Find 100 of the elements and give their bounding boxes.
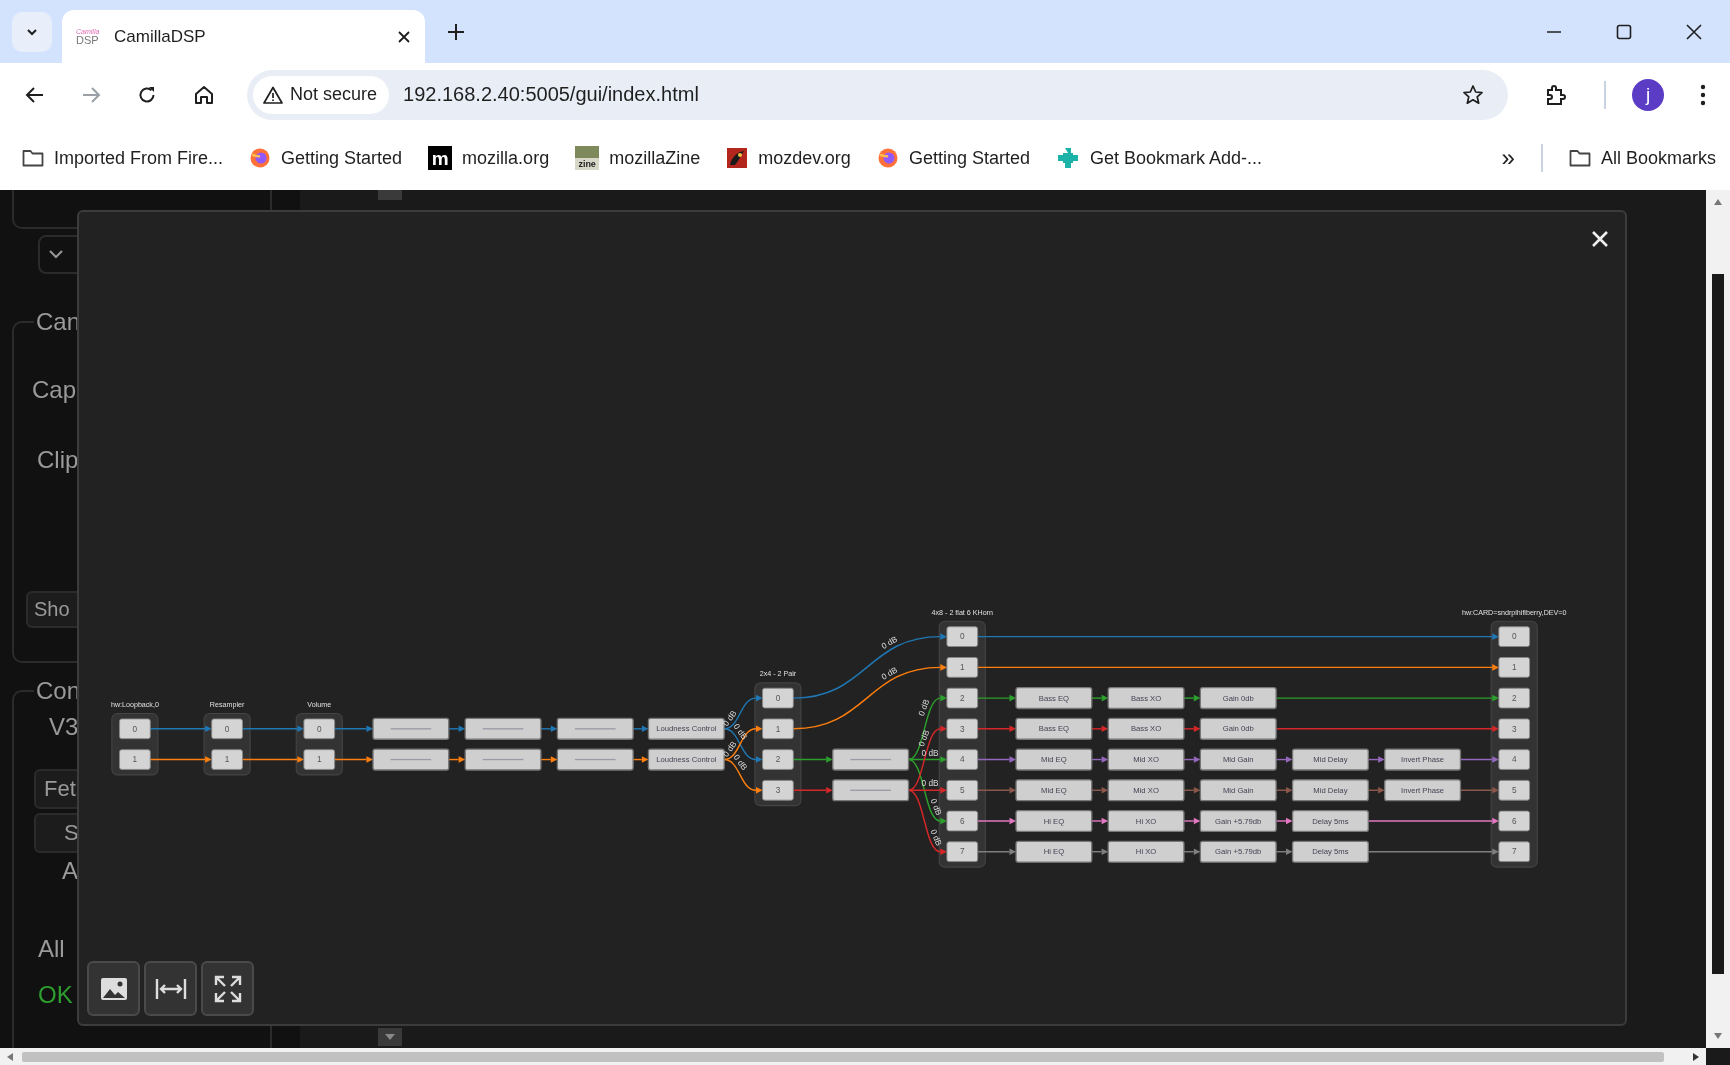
filter-node[interactable] bbox=[372, 717, 450, 740]
scrollbar[interactable] bbox=[1706, 190, 1730, 1048]
status-text: OK bbox=[38, 980, 73, 1009]
filter-node[interactable]: Invert Phase bbox=[1384, 779, 1462, 802]
filter-node[interactable]: Delay 5ms bbox=[1291, 809, 1369, 833]
close-icon[interactable] bbox=[1686, 23, 1702, 40]
scroll-down-button[interactable] bbox=[378, 1028, 402, 1046]
filter-node[interactable] bbox=[832, 748, 910, 771]
filter-node[interactable]: Mid XO bbox=[1107, 748, 1185, 771]
label-text: All bbox=[38, 934, 65, 963]
bookmark-item[interactable]: mozdev.org bbox=[726, 147, 851, 169]
fit-width-button[interactable] bbox=[144, 961, 197, 1016]
signal-arrow bbox=[1275, 817, 1293, 825]
site-logo: m bbox=[428, 146, 453, 170]
bookmark-item[interactable]: Get Bookmark Add-... bbox=[1055, 146, 1263, 170]
filter-node[interactable]: Mid Delay bbox=[1291, 748, 1369, 771]
filter-node[interactable] bbox=[464, 717, 542, 740]
close-icon[interactable] bbox=[397, 29, 411, 44]
filter-node[interactable]: Invert Phase bbox=[1384, 748, 1462, 771]
maximize-icon[interactable] bbox=[1616, 23, 1632, 40]
filter-node[interactable] bbox=[556, 748, 634, 771]
signal-arrow bbox=[976, 848, 1017, 855]
signal-arrow bbox=[1459, 756, 1499, 763]
security-chip[interactable]: Not secure bbox=[253, 75, 390, 114]
reload-icon[interactable] bbox=[137, 84, 157, 105]
filter-node[interactable]: Gain 0db bbox=[1199, 687, 1277, 710]
back-icon[interactable] bbox=[25, 84, 45, 105]
filter-node[interactable]: Loudness Control bbox=[647, 717, 725, 740]
signal-arrow bbox=[1091, 725, 1109, 733]
bookmark-item[interactable]: Getting Started bbox=[249, 147, 403, 169]
globe-logo-icon bbox=[249, 147, 272, 169]
bookmark-item[interactable]: All Bookmarks bbox=[1568, 147, 1716, 169]
filter-node[interactable]: Bass EQ bbox=[1015, 717, 1093, 740]
signal-arrow bbox=[1183, 725, 1201, 733]
bookmark-item[interactable]: zine mozillaZine bbox=[575, 146, 701, 170]
triangle-right-icon[interactable] bbox=[1692, 1051, 1700, 1062]
label-text: A bbox=[62, 856, 78, 885]
filter-node[interactable] bbox=[464, 748, 542, 771]
scrollbar-thumb[interactable] bbox=[22, 1051, 1664, 1062]
tab-title: CamillaDSP bbox=[114, 26, 207, 47]
site-logo-icon bbox=[726, 147, 749, 169]
filter-node[interactable]: Hi XO bbox=[1107, 809, 1185, 833]
fullscreen-button[interactable] bbox=[201, 961, 254, 1016]
bookmark-item[interactable]: m mozilla.org bbox=[428, 146, 550, 170]
filter-node[interactable] bbox=[372, 748, 450, 771]
filter-node[interactable]: Hi XO bbox=[1107, 840, 1185, 863]
filter-node[interactable]: Mid EQ bbox=[1015, 748, 1093, 771]
signal-arrow bbox=[976, 787, 1017, 794]
more-bookmarks-button[interactable]: » bbox=[1501, 144, 1515, 172]
filter-node[interactable]: Mid EQ bbox=[1015, 779, 1093, 802]
filter-node[interactable]: Gain +5.79db bbox=[1199, 840, 1277, 863]
triangle-left-icon[interactable] bbox=[6, 1051, 14, 1062]
signal-arrow bbox=[1091, 817, 1109, 825]
filter-node[interactable] bbox=[832, 779, 910, 802]
new-tab-icon[interactable] bbox=[447, 22, 465, 41]
filter-node[interactable]: Delay 5ms bbox=[1291, 840, 1369, 863]
gain-label: 0 dB bbox=[879, 634, 900, 651]
filter-node[interactable]: Gain +5.79db bbox=[1199, 809, 1277, 833]
home-icon[interactable] bbox=[193, 83, 215, 106]
gain-label: 0 dB bbox=[879, 665, 900, 682]
signal-arrow bbox=[1183, 817, 1201, 825]
fullscreen-icon bbox=[213, 974, 242, 1003]
signal-arrow bbox=[149, 756, 212, 763]
bookmark-item[interactable]: Imported From Fire... bbox=[22, 147, 224, 169]
forward-icon[interactable] bbox=[81, 84, 101, 105]
signal-arrow bbox=[792, 756, 833, 763]
image-button[interactable] bbox=[87, 961, 140, 1016]
warning-icon bbox=[263, 85, 283, 104]
profile-avatar[interactable]: j bbox=[1632, 78, 1664, 111]
bookmark-item[interactable]: Getting Started bbox=[876, 147, 1030, 169]
triangle-down-icon bbox=[384, 1033, 396, 1041]
puzzle-icon[interactable] bbox=[1544, 82, 1568, 107]
site-logo: zine bbox=[575, 146, 600, 170]
filter-node[interactable]: Mid Gain bbox=[1199, 748, 1277, 771]
filter-node[interactable] bbox=[556, 717, 634, 740]
signal-arrow bbox=[976, 756, 1017, 763]
fit-width-icon bbox=[154, 976, 187, 1001]
menu-icon[interactable] bbox=[1700, 83, 1706, 106]
gain-label: 0 dB bbox=[916, 698, 932, 718]
filter-node[interactable]: Bass XO bbox=[1107, 717, 1185, 740]
url-text: 192.168.2.40:5005/gui/index.html bbox=[403, 83, 700, 106]
filter-node[interactable]: Bass EQ bbox=[1015, 687, 1093, 710]
label-text: Cap bbox=[32, 375, 77, 404]
triangle-down-icon[interactable] bbox=[1713, 1032, 1723, 1040]
filter-node[interactable]: Mid Gain bbox=[1199, 779, 1277, 802]
signal-arrow bbox=[149, 725, 212, 733]
filter-node[interactable]: Hi EQ bbox=[1015, 840, 1093, 863]
address-bar[interactable]: Not secure 192.168.2.40:5005/gui/index.html bbox=[247, 69, 1508, 120]
filter-node[interactable]: Mid Delay bbox=[1291, 779, 1369, 802]
filter-node[interactable]: Mid XO bbox=[1107, 779, 1185, 802]
signal-arrow bbox=[976, 817, 1017, 825]
filter-node[interactable]: Gain 0db bbox=[1199, 717, 1277, 740]
filter-node[interactable]: Loudness Control bbox=[647, 748, 725, 771]
star-icon[interactable] bbox=[1462, 83, 1484, 106]
signal-arrow bbox=[976, 694, 1017, 702]
filter-node[interactable]: Hi EQ bbox=[1015, 809, 1093, 833]
folder-icon bbox=[22, 149, 44, 167]
filter-node[interactable]: Bass XO bbox=[1107, 687, 1185, 710]
triangle-up-icon[interactable] bbox=[1713, 198, 1723, 206]
scrollbar[interactable] bbox=[0, 1048, 1706, 1065]
